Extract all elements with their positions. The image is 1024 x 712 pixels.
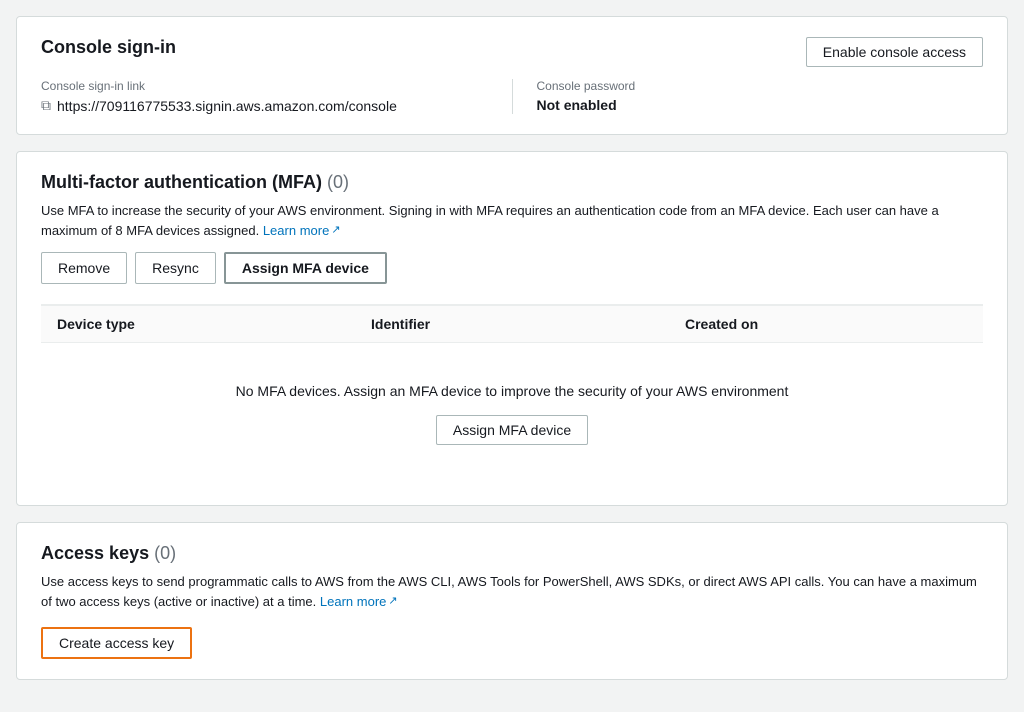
signin-link-label: Console sign-in link [41, 79, 488, 93]
enable-console-access-button[interactable]: Enable console access [806, 37, 983, 67]
mfa-empty-message: No MFA devices. Assign an MFA device to … [57, 383, 967, 399]
mfa-table: Device type Identifier Created on No MFA… [41, 304, 983, 485]
mfa-section: Multi-factor authentication (MFA) (0) Us… [16, 151, 1008, 506]
assign-mfa-empty-button[interactable]: Assign MFA device [436, 415, 588, 445]
console-signin-title: Console sign-in [41, 37, 176, 58]
mfa-count: (0) [327, 172, 349, 192]
external-link-icon: ↗ [331, 222, 340, 239]
access-keys-section: Access keys (0) Use access keys to send … [16, 522, 1008, 680]
mfa-description: Use MFA to increase the security of your… [41, 201, 983, 240]
mfa-learn-more-link[interactable]: Learn more ↗ [263, 221, 341, 241]
mfa-button-group: Remove Resync Assign MFA device [41, 252, 983, 284]
access-keys-title: Access keys (0) [41, 543, 176, 564]
mfa-title: Multi-factor authentication (MFA) (0) [41, 172, 349, 193]
console-signin-section: Console sign-in Enable console access Co… [16, 16, 1008, 135]
signin-link-col: Console sign-in link ⧉ https://709116775… [41, 79, 488, 114]
mfa-table-empty: No MFA devices. Assign an MFA device to … [41, 343, 983, 485]
signin-link-value: ⧉ https://709116775533.signin.aws.amazon… [41, 97, 488, 114]
access-keys-description: Use access keys to send programmatic cal… [41, 572, 983, 611]
access-keys-count: (0) [154, 543, 176, 563]
password-col: Console password Not enabled [537, 79, 984, 114]
create-access-key-button[interactable]: Create access key [41, 627, 192, 659]
column-divider [512, 79, 513, 114]
col-device-type: Device type [41, 306, 355, 342]
password-value: Not enabled [537, 97, 984, 113]
col-identifier: Identifier [355, 306, 669, 342]
access-keys-external-link-icon: ↗ [388, 593, 397, 610]
copy-icon[interactable]: ⧉ [41, 97, 51, 114]
mfa-table-header: Device type Identifier Created on [41, 305, 983, 343]
col-created-on: Created on [669, 306, 983, 342]
access-keys-learn-more-link[interactable]: Learn more ↗ [320, 592, 398, 612]
remove-mfa-button[interactable]: Remove [41, 252, 127, 284]
signin-link-url: https://709116775533.signin.aws.amazon.c… [57, 98, 397, 114]
assign-mfa-button[interactable]: Assign MFA device [224, 252, 387, 284]
resync-mfa-button[interactable]: Resync [135, 252, 216, 284]
password-label: Console password [537, 79, 984, 93]
